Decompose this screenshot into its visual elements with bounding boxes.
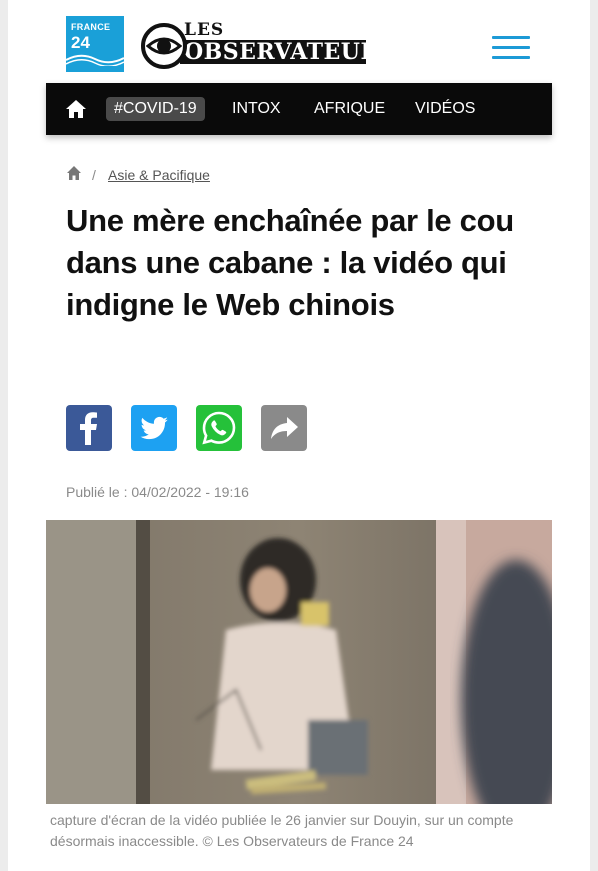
article-photo[interactable] [46, 520, 552, 804]
france24-logo-line2: 24 [71, 33, 90, 52]
article-title: Une mère enchaînée par le cou dans une c… [66, 203, 514, 322]
publish-date: Publié le : 04/02/2022 - 19:16 [66, 484, 249, 500]
observateurs-logo-les: LES [184, 20, 225, 40]
facebook-icon [80, 412, 97, 445]
twitter-icon [140, 416, 168, 440]
site-header: FRANCE 24 LES OBSERVATEURS [8, 14, 590, 80]
whatsapp-share-button[interactable] [196, 405, 242, 451]
nav-item-intox[interactable]: INTOX [232, 97, 281, 121]
nav-item-afrique[interactable]: AFRIQUE [314, 97, 385, 121]
main-nav: #COVID-19 INTOX AFRIQUE VIDÉOS [46, 83, 552, 135]
nav-item-videos[interactable]: VIDÉOS [415, 97, 475, 121]
breadcrumb-home-icon[interactable] [66, 165, 82, 181]
breadcrumb-separator: / [92, 167, 96, 183]
breadcrumb-section-link[interactable]: Asie & Pacifique [108, 167, 210, 183]
observateurs-logo-word: OBSERVATEURS [184, 39, 396, 65]
observateurs-logo[interactable]: LES OBSERVATEURS [140, 18, 395, 74]
twitter-share-button[interactable] [131, 405, 177, 451]
nav-item-covid[interactable]: #COVID-19 [106, 97, 205, 121]
facebook-share-button[interactable] [66, 405, 112, 451]
page: FRANCE 24 LES OBSERVATEURS #COVID-19 INT… [8, 0, 590, 871]
photo-caption: capture d'écran de la vidéo publiée le 2… [50, 812, 514, 849]
whatsapp-icon [202, 411, 236, 445]
home-icon[interactable] [65, 98, 87, 120]
share-button[interactable] [261, 405, 307, 451]
article-photo-image [46, 520, 552, 804]
eye-icon [141, 23, 187, 69]
france24-logo[interactable]: FRANCE 24 [66, 16, 124, 72]
hamburger-menu-icon[interactable] [492, 34, 530, 62]
france24-logo-line1: FRANCE [71, 22, 111, 32]
france24-wave-icon [66, 54, 124, 66]
share-arrow-icon [271, 417, 298, 439]
